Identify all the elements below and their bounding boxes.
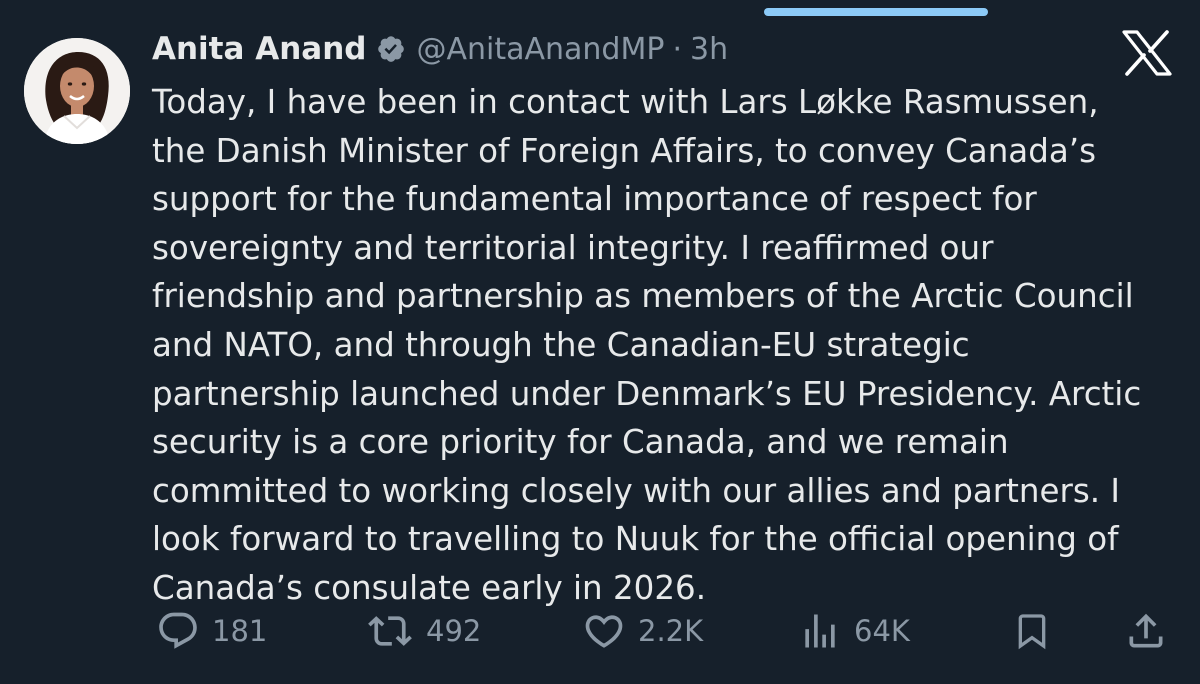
bookmark-button[interactable] xyxy=(1012,604,1052,658)
tweet-text-line: look forward to travelling to Nuuk for t… xyxy=(152,520,1119,559)
x-logo-icon xyxy=(1122,30,1172,76)
avatar[interactable] xyxy=(24,38,130,144)
avatar-photo xyxy=(24,38,130,144)
timestamp[interactable]: 3h xyxy=(690,32,728,67)
scroll-indicator xyxy=(764,8,988,16)
repost-count: 492 xyxy=(426,614,482,648)
views-count: 64K xyxy=(854,614,910,648)
author-handle[interactable]: @AnitaAnandMP xyxy=(416,32,664,67)
views-chart-icon xyxy=(798,609,842,653)
tweet-text-line: friendship and partnership as members of… xyxy=(152,277,1134,316)
tweet-actions: 181 492 2.2K 64K xyxy=(0,604,1200,658)
tweet-header: Anita Anand @AnitaAnandMP · 3h xyxy=(152,26,728,72)
tweet-text-line: sovereignty and territorial integrity. I… xyxy=(152,228,994,267)
like-count: 2.2K xyxy=(638,614,704,648)
bookmark-icon xyxy=(1012,609,1052,653)
tweet-text-line: partnership launched under Denmark’s EU … xyxy=(152,374,1142,413)
tweet-text-line: support for the fundamental importance o… xyxy=(152,180,1037,219)
reply-count: 181 xyxy=(212,614,268,648)
heart-icon xyxy=(582,609,626,653)
separator-dot: · xyxy=(672,31,682,67)
views-button[interactable]: 64K xyxy=(798,604,910,658)
share-icon xyxy=(1124,609,1168,653)
tweet-text-line: Today, I have been in contact with Lars … xyxy=(152,83,1099,121)
verified-badge-icon[interactable] xyxy=(376,34,406,64)
share-button[interactable] xyxy=(1124,604,1168,658)
tweet-text-line: committed to working closely with our al… xyxy=(152,471,1121,510)
repost-button[interactable]: 492 xyxy=(366,604,481,658)
tweet-text-line: security is a core priority for Canada, … xyxy=(152,423,1009,462)
tweet-text: Today, I have been in contact with Lars … xyxy=(152,78,1182,613)
repost-icon xyxy=(366,609,414,653)
tweet-text-line: and NATO, and through the Canadian-EU st… xyxy=(152,325,970,364)
author-name[interactable]: Anita Anand xyxy=(152,31,366,67)
reply-button[interactable]: 181 xyxy=(156,604,267,658)
tweet-text-line: the Danish Minister of Foreign Affairs, … xyxy=(152,131,1097,170)
like-button[interactable]: 2.2K xyxy=(582,604,703,658)
reply-icon xyxy=(156,609,200,653)
